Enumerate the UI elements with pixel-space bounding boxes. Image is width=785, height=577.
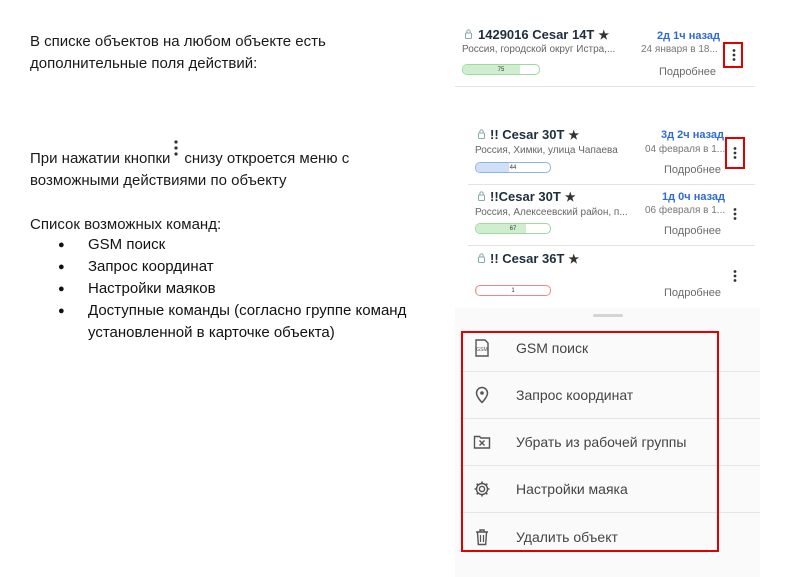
card-divider [455, 86, 755, 87]
battery-value: 44 [509, 165, 517, 171]
kebab-highlight-box [723, 42, 743, 68]
last-seen-time: 1д 0ч назад [662, 191, 726, 203]
menu-highlight-box [461, 331, 719, 552]
object-name: 1429016 Cesar 14T [478, 27, 595, 42]
last-seen-time: 3д 2ч назад [661, 129, 725, 141]
command-item: GSM поиск [58, 234, 438, 256]
object-date: 24 января в 18... [641, 44, 718, 55]
more-vertical-icon[interactable] [728, 269, 742, 283]
command-item: Запрос координат [58, 256, 438, 278]
battery-bar: 1 [475, 285, 551, 296]
object-card[interactable]: !!Cesar 30T ★ 1д 0ч назад Россия, Алексее… [468, 185, 755, 245]
intro-paragraph: В списке объектов на любом объекте есть … [30, 33, 326, 72]
details-link[interactable]: Подробнее [659, 66, 716, 78]
kebab-highlight-box [725, 137, 745, 169]
details-link[interactable]: Подробнее [664, 287, 721, 299]
lock-icon [478, 191, 485, 201]
command-item: Настройки маяков [58, 278, 438, 300]
battery-value: 67 [509, 226, 517, 232]
object-name: !!Cesar 30T [490, 189, 561, 204]
object-name: !! Cesar 30T [490, 127, 565, 142]
battery-value: 75 [497, 67, 505, 73]
details-link[interactable]: Подробнее [664, 164, 721, 176]
object-card[interactable]: !! Cesar 30T ★ 3д 2ч назад Россия, Химки,… [468, 122, 755, 184]
para2-before: При нажатии кнопки [30, 150, 171, 167]
sheet-drag-handle[interactable] [593, 314, 623, 317]
object-date: 04 февраля в 1... [645, 144, 726, 155]
lock-icon [478, 129, 485, 139]
lock-icon [478, 253, 485, 263]
command-item: Доступные команды (согласно группе коман… [58, 300, 438, 344]
star-icon[interactable]: ★ [598, 28, 609, 42]
object-address: Россия, Химки, улица Чапаева [475, 145, 618, 156]
battery-bar: 75 [462, 64, 540, 75]
battery-bar: 67 [475, 223, 551, 234]
battery-bar: 44 [475, 162, 551, 173]
commands-list-title: Список возможных команд: [30, 216, 222, 233]
more-vertical-icon[interactable] [728, 207, 742, 221]
object-date: 06 февраля в 1... [645, 205, 726, 216]
commands-list: GSM поиск Запрос координат Настройки мая… [58, 234, 438, 344]
object-address: Россия, Алексеевский район, п... [475, 207, 628, 218]
object-card[interactable]: 1429016 Cesar 14T ★ 2д 1ч назад Россия, г… [455, 22, 755, 86]
object-address: Россия, городской округ Истра,... [462, 44, 616, 55]
more-vertical-icon [174, 140, 178, 163]
last-seen-time: 2д 1ч назад [657, 30, 721, 42]
object-card[interactable]: !! Cesar 36T ★ 1 Подробнее [468, 246, 755, 306]
lock-icon [465, 29, 472, 39]
battery-value: 1 [511, 288, 515, 294]
star-icon[interactable]: ★ [568, 252, 579, 266]
star-icon[interactable]: ★ [565, 190, 576, 204]
kebab-explanation-paragraph: При нажатии кнопки снизу откроется меню с… [30, 140, 430, 192]
object-name: !! Cesar 36T [490, 251, 565, 266]
details-link[interactable]: Подробнее [664, 225, 721, 237]
star-icon[interactable]: ★ [568, 128, 579, 142]
